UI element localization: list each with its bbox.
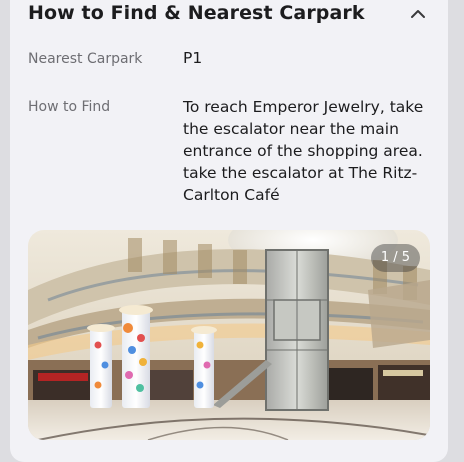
section-header[interactable]: How to Find & Nearest Carpark (28, 0, 428, 30)
how-to-find-value: To reach Emperor Jewelry, take the escal… (183, 98, 424, 204)
chevron-up-icon[interactable] (408, 4, 428, 24)
nearest-carpark-label: Nearest Carpark (28, 51, 143, 67)
how-to-find-label: How to Find (28, 99, 111, 115)
how-to-find-card: How to Find & Nearest Carpark Nearest Ca… (10, 0, 448, 462)
mall-atrium-image (28, 230, 430, 440)
section-title: How to Find & Nearest Carpark (28, 2, 365, 24)
nearest-carpark-value: P1 (183, 49, 203, 67)
gallery-counter: 1 / 5 (370, 244, 420, 272)
mall-atrium-photo[interactable]: 1 / 5 (28, 230, 430, 440)
